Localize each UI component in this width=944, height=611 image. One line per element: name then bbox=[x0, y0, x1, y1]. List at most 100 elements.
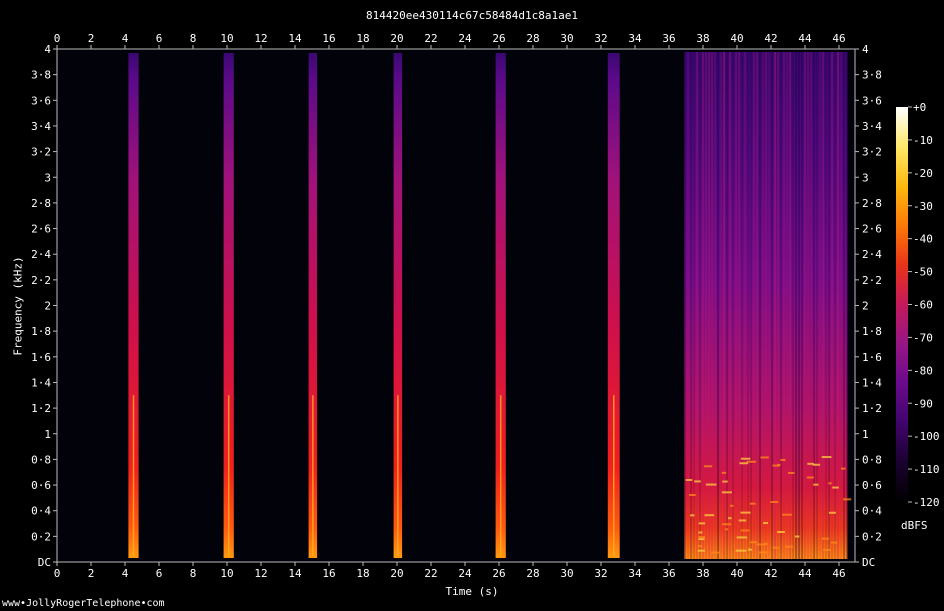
formant-mark bbox=[760, 456, 769, 459]
y-tick-label-right: 2·8 bbox=[862, 197, 882, 210]
broadband-streak bbox=[762, 52, 764, 559]
x-tick-label-bottom: 2 bbox=[88, 567, 95, 580]
broadband-streak bbox=[705, 52, 707, 559]
broadband-streak bbox=[834, 52, 836, 559]
formant-mark bbox=[740, 457, 751, 460]
broadband-streak bbox=[840, 52, 842, 559]
broadband-streak bbox=[714, 52, 716, 559]
y-tick-label-right: 2·4 bbox=[862, 248, 882, 261]
y-tick-label-left: 1·4 bbox=[31, 376, 51, 389]
colorbar-tick-label: -80 bbox=[913, 364, 933, 377]
colorbar-tick-label: -30 bbox=[913, 200, 933, 213]
x-tick-label-bottom: 20 bbox=[390, 567, 403, 580]
formant-mark bbox=[721, 523, 732, 526]
y-tick-label-left: 3·2 bbox=[31, 146, 51, 159]
colorbar-tick-label: -60 bbox=[913, 299, 933, 312]
broadband-streak bbox=[744, 52, 746, 559]
x-axis-label: Time (s) bbox=[445, 585, 499, 598]
x-tick-label-top: 12 bbox=[254, 32, 267, 45]
broadband-streak bbox=[753, 52, 755, 559]
broadband-streak bbox=[771, 52, 773, 559]
formant-mark bbox=[832, 486, 839, 489]
y-tick-label-left: 0·8 bbox=[31, 453, 51, 466]
broadband-streak bbox=[684, 52, 686, 559]
x-tick-label-bottom: 24 bbox=[458, 567, 472, 580]
y-tick-label-right: 2 bbox=[862, 300, 869, 313]
x-tick-label-top: 16 bbox=[322, 32, 335, 45]
broadband-streak bbox=[738, 52, 740, 559]
y-tick-label-left: 1·2 bbox=[31, 402, 51, 415]
y-tick-label-right: 2·2 bbox=[862, 274, 882, 287]
broadband-streak bbox=[801, 52, 803, 559]
formant-mark bbox=[770, 501, 779, 504]
formant-mark bbox=[721, 491, 732, 494]
x-tick-label-bottom: 40 bbox=[730, 567, 743, 580]
x-tick-label-top: 30 bbox=[560, 32, 573, 45]
x-tick-label-bottom: 38 bbox=[696, 567, 709, 580]
broadband-streak bbox=[699, 52, 701, 559]
x-tick-label-top: 32 bbox=[594, 32, 607, 45]
colorbar-tick-label: -70 bbox=[913, 331, 933, 344]
broadband-streak bbox=[687, 52, 689, 559]
formant-mark bbox=[698, 538, 705, 541]
formant-mark bbox=[749, 502, 756, 505]
x-tick-label-top: 0 bbox=[54, 32, 61, 45]
broadband-streak bbox=[825, 52, 827, 559]
colorbar-tick-label: -120 bbox=[913, 496, 940, 509]
y-tick-label-left: 0·4 bbox=[31, 505, 51, 518]
x-tick-label-bottom: 36 bbox=[662, 567, 675, 580]
x-tick-label-top: 38 bbox=[696, 32, 709, 45]
x-tick-label-bottom: 30 bbox=[560, 567, 573, 580]
y-tick-label-right: 3 bbox=[862, 171, 869, 184]
y-tick-label-right: 1·2 bbox=[862, 402, 882, 415]
formant-mark bbox=[831, 541, 838, 544]
formant-mark bbox=[704, 514, 715, 517]
formant-mark bbox=[764, 542, 768, 545]
broadband-streak bbox=[795, 52, 797, 559]
x-tick-label-top: 34 bbox=[628, 32, 642, 45]
broadband-streak bbox=[780, 52, 782, 559]
colorbar-tick-label: -10 bbox=[913, 134, 933, 147]
y-tick-label-left: 2 bbox=[44, 300, 51, 313]
x-tick-label-bottom: 42 bbox=[764, 567, 777, 580]
x-tick-label-bottom: 8 bbox=[190, 567, 197, 580]
x-tick-label-bottom: 10 bbox=[220, 567, 233, 580]
y-tick-label-right: 0·4 bbox=[862, 505, 882, 518]
broadband-streak bbox=[717, 52, 719, 559]
chart-title: 814420ee430114c67c58484d1c8a1ae1 bbox=[366, 9, 578, 22]
formant-mark bbox=[823, 548, 831, 551]
x-tick-label-bottom: 14 bbox=[288, 567, 302, 580]
y-tick-label-left: 3·8 bbox=[31, 69, 51, 82]
formant-mark bbox=[843, 498, 852, 501]
formant-mark bbox=[698, 522, 706, 525]
x-tick-label-top: 46 bbox=[832, 32, 845, 45]
x-tick-label-top: 10 bbox=[220, 32, 233, 45]
formant-mark bbox=[698, 531, 703, 534]
colorbar: +0 -10 -20 -30 -40 -50 -60 -70 -80 -90 -100 -110 -12… bbox=[896, 101, 940, 509]
broadband-streak bbox=[735, 52, 737, 559]
formant-mark bbox=[747, 548, 752, 551]
x-tick-label-bottom: 28 bbox=[526, 567, 539, 580]
colorbar-unit-label: dBFS bbox=[901, 519, 928, 532]
broadband-streak bbox=[696, 52, 698, 559]
formant-mark bbox=[750, 541, 757, 544]
broadband-streak bbox=[786, 52, 788, 559]
x-tick-label-top: 14 bbox=[288, 32, 302, 45]
y-tick-label-right: 1 bbox=[862, 428, 869, 441]
formant-mark bbox=[736, 536, 748, 539]
formant-mark bbox=[813, 483, 819, 486]
x-tick-label-bottom: 22 bbox=[424, 567, 437, 580]
formant-mark bbox=[685, 478, 693, 481]
y-tick-label-right: 0·2 bbox=[862, 530, 882, 543]
y-tick-label-left: 2·2 bbox=[31, 274, 51, 287]
colorbar-tick-label: -50 bbox=[913, 266, 933, 279]
x-tick-label-bottom: 16 bbox=[322, 567, 335, 580]
y-tick-label-left: 1·6 bbox=[31, 351, 51, 364]
colorbar-gradient bbox=[896, 107, 908, 502]
x-tick-label-bottom: 32 bbox=[594, 567, 607, 580]
formant-mark bbox=[724, 528, 729, 531]
formant-mark bbox=[828, 511, 836, 514]
x-tick-label-bottom: 18 bbox=[356, 567, 369, 580]
x-tick-label-top: 44 bbox=[798, 32, 812, 45]
x-tick-label-bottom: 6 bbox=[156, 567, 163, 580]
